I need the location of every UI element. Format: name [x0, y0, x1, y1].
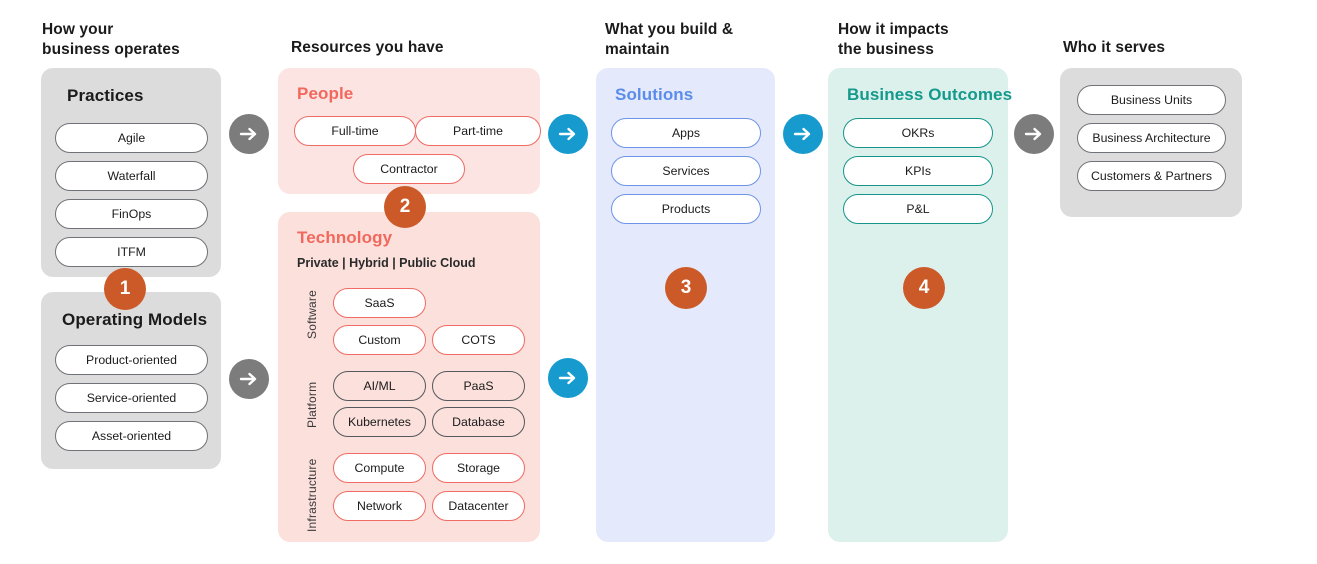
pill-customers-partners[interactable]: Customers & Partners — [1077, 161, 1226, 191]
badge-4: 4 — [903, 267, 945, 309]
pill-contractor[interactable]: Contractor — [353, 154, 465, 184]
pill-apps[interactable]: Apps — [611, 118, 761, 148]
panel-title-technology: Technology — [297, 228, 393, 247]
layer-label-software: Software — [305, 290, 319, 339]
pill-custom[interactable]: Custom — [333, 325, 426, 355]
pill-asset-oriented[interactable]: Asset-oriented — [55, 421, 208, 451]
panel-subtitle-technology: Private | Hybrid | Public Cloud — [297, 256, 476, 270]
arrow-right-icon — [239, 127, 257, 141]
pill-okrs[interactable]: OKRs — [843, 118, 993, 148]
arrow-right-icon — [1024, 127, 1042, 141]
panel-people: People Full-time Part-time Contractor — [278, 68, 541, 194]
pill-database[interactable]: Database — [432, 407, 525, 437]
pill-saas[interactable]: SaaS — [333, 288, 426, 318]
arrow-right-icon — [239, 372, 257, 386]
arrow-solutions-to-outcomes — [783, 114, 823, 154]
column-header-serves: Who it serves — [1063, 39, 1166, 56]
badge-1: 1 — [104, 268, 146, 310]
pill-cots[interactable]: COTS — [432, 325, 525, 355]
column-header-impacts: How it impacts the business — [838, 21, 949, 58]
pill-kpis[interactable]: KPIs — [843, 156, 993, 186]
panel-title-practices: Practices — [67, 86, 144, 105]
arrow-people-to-solutions — [548, 114, 588, 154]
panel-title-operating-models: Operating Models — [62, 310, 208, 329]
pill-compute[interactable]: Compute — [333, 453, 426, 483]
panel-title-solutions: Solutions — [615, 85, 694, 104]
pill-agile[interactable]: Agile — [55, 123, 208, 153]
panel-operating-models: Operating Models Product-oriented Servic… — [41, 292, 221, 469]
pill-services[interactable]: Services — [611, 156, 761, 186]
arrow-right-icon — [558, 127, 576, 141]
pill-products[interactable]: Products — [611, 194, 761, 224]
pill-business-units[interactable]: Business Units — [1077, 85, 1226, 115]
pill-part-time[interactable]: Part-time — [415, 116, 541, 146]
panel-technology: Technology Private | Hybrid | Public Clo… — [278, 212, 540, 542]
pill-ai-ml[interactable]: AI/ML — [333, 371, 426, 401]
pill-product-oriented[interactable]: Product-oriented — [55, 345, 208, 375]
pill-paas[interactable]: PaaS — [432, 371, 525, 401]
arrow-right-icon — [793, 127, 811, 141]
column-header-operates: How your business operates — [42, 21, 180, 58]
arrow-technology-to-solutions — [548, 358, 588, 398]
layer-label-platform: Platform — [305, 381, 319, 428]
pill-itfm[interactable]: ITFM — [55, 237, 208, 267]
pill-kubernetes[interactable]: Kubernetes — [333, 407, 426, 437]
arrow-right-icon — [558, 371, 576, 385]
badge-2: 2 — [384, 186, 426, 228]
panel-title-business-outcomes: Business Outcomes — [847, 85, 1013, 104]
panel-who-it-serves: Business Units Business Architecture Cus… — [1060, 68, 1242, 217]
arrow-practices-to-people — [229, 114, 269, 154]
arrow-operating-to-technology — [229, 359, 269, 399]
arrow-outcomes-to-serves — [1014, 114, 1054, 154]
pill-business-architecture[interactable]: Business Architecture — [1077, 123, 1226, 153]
column-header-build: What you build & maintain — [605, 21, 734, 58]
pill-service-oriented[interactable]: Service-oriented — [55, 383, 208, 413]
pill-finops[interactable]: FinOps — [55, 199, 208, 229]
panel-title-people: People — [297, 84, 354, 103]
pill-waterfall[interactable]: Waterfall — [55, 161, 208, 191]
pill-full-time[interactable]: Full-time — [294, 116, 416, 146]
badge-3: 3 — [665, 267, 707, 309]
panel-practices: Practices Agile Waterfall FinOps ITFM — [41, 68, 221, 277]
pill-pl[interactable]: P&L — [843, 194, 993, 224]
column-header-resources: Resources you have — [291, 39, 444, 56]
layer-label-infrastructure: Infrastructure — [305, 458, 319, 533]
diagram-canvas: How your business operates Resources you… — [0, 0, 1317, 564]
pill-storage[interactable]: Storage — [432, 453, 525, 483]
pill-datacenter[interactable]: Datacenter — [432, 491, 525, 521]
pill-network[interactable]: Network — [333, 491, 426, 521]
